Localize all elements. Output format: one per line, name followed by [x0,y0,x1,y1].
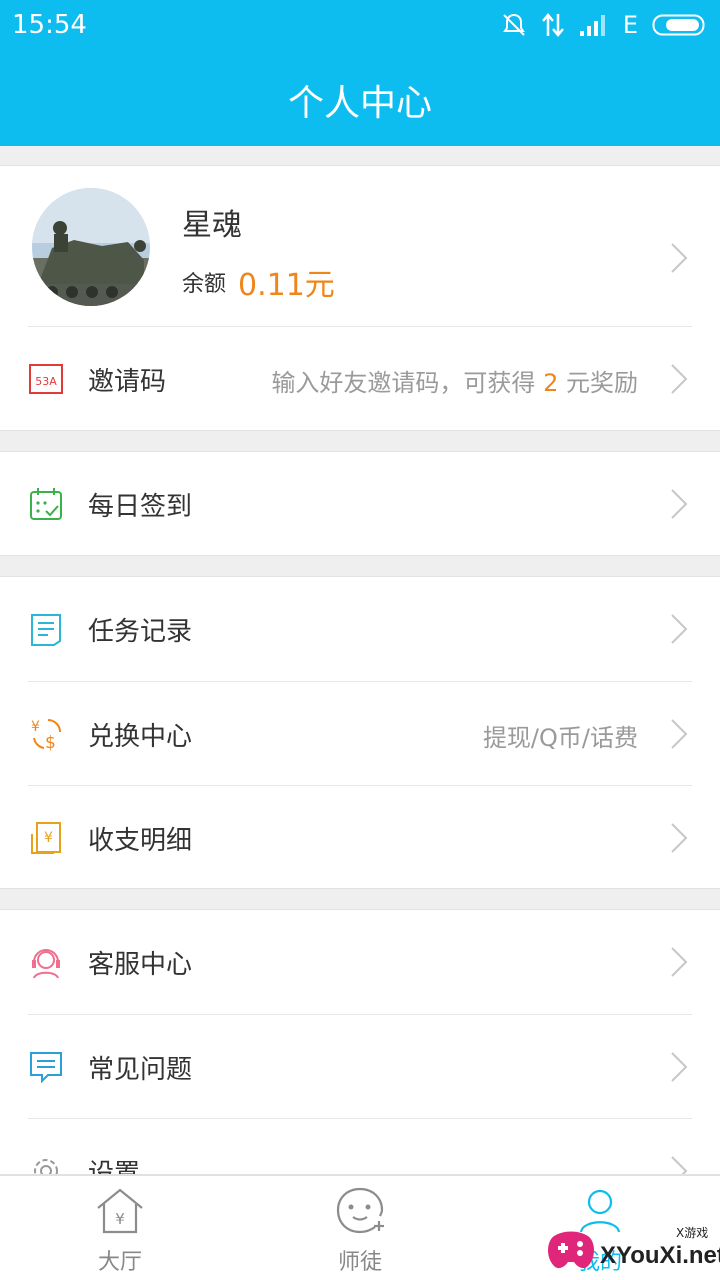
daily-checkin-row[interactable]: 每日签到 [0,452,720,556]
invite-code-row[interactable]: 53A 邀请码 输入好友邀请码，可获得 2 元奖励 [0,327,720,431]
home-icon: ¥ [97,1188,143,1234]
exchange-center-label: 兑换中心 [88,722,193,752]
invite-code-label: 邀请码 [88,367,167,397]
svg-text:¥: ¥ [115,1210,125,1228]
help-section: 客服中心 常见问题 设置 [0,909,720,1175]
watermark-small-text: X游戏 [676,1226,709,1240]
watermark: X游戏 XYouXi.net [540,1212,720,1280]
balance-value: 0.11元 [238,268,335,303]
customer-service-row[interactable]: 客服中心 [0,910,720,1014]
title-bar: 个人中心 [0,50,720,146]
finance-section: 任务记录 ¥ $ 兑换中心 提现/Q币/话费 ¥ 收支明细 [0,576,720,889]
tab-mentor-label: 师徒 [337,1250,382,1275]
exchange-center-hint: 提现/Q币/话费 [482,724,638,752]
gear-icon [34,1159,58,1174]
watermark-text: XYouXi.net [600,1242,720,1269]
signal-icon [579,15,605,36]
faq-label: 常见问题 [88,1055,193,1085]
daily-checkin-label: 每日签到 [88,492,193,522]
chevron-right-icon [671,947,688,977]
watermark-logo [548,1231,594,1269]
chat-bubble-icon [30,1052,62,1084]
tab-mentor[interactable]: 师徒 [240,1176,480,1280]
svg-text:53A: 53A [35,375,57,388]
chevron-right-icon [671,243,688,273]
chevron-right-icon [671,614,688,644]
invite-reward-amount: 2 [543,369,559,397]
network-type: E [622,11,638,39]
svg-text:¥: ¥ [44,830,53,846]
data-transfer-icon [541,13,564,37]
chevron-right-icon [671,823,688,853]
page-title: 个人中心 [287,83,432,124]
profile-row[interactable]: 星魂 余额 0.11元 [0,166,720,326]
headset-icon [32,949,60,979]
task-record-row[interactable]: 任务记录 [0,577,720,681]
currency-exchange-icon: ¥ $ [31,719,61,752]
chevron-right-icon [671,1052,688,1082]
status-bar: 15:54 E [0,0,720,50]
avatar-image [32,188,150,306]
income-expense-row[interactable]: ¥ 收支明细 [0,786,720,890]
invite-code-hint: 输入好友邀请码，可获得 2 元奖励 [271,369,638,397]
status-icons: E [501,8,708,42]
exchange-center-row[interactable]: ¥ $ 兑换中心 提现/Q币/话费 [0,682,720,786]
invite-code-icon: 53A [29,364,63,394]
svg-text:$: $ [45,733,56,752]
profile-section: 星魂 余额 0.11元 53A 邀请码 输入好友邀请码，可获得 2 元奖励 [0,165,720,431]
calendar-check-icon [30,488,62,520]
task-record-label: 任务记录 [88,617,193,647]
checkin-section: 每日签到 [0,451,720,556]
avatar[interactable] [32,188,150,306]
task-list-icon [31,614,61,646]
tab-lobby[interactable]: ¥ 大厅 [0,1176,240,1280]
balance-label: 余额 [182,272,227,297]
face-add-icon [336,1187,384,1234]
receipt-icon: ¥ [31,822,61,854]
battery-icon [652,14,705,36]
tab-lobby-label: 大厅 [97,1250,142,1275]
faq-row[interactable]: 常见问题 [0,1015,720,1119]
chevron-right-icon [671,1156,688,1174]
silent-bell-icon [502,13,525,36]
settings-row[interactable]: 设置 [0,1119,720,1175]
chevron-right-icon [671,719,688,749]
svg-text:¥: ¥ [31,719,40,735]
status-time: 15:54 [12,10,87,40]
username: 星魂 [182,208,242,243]
chevron-right-icon [671,364,688,394]
chevron-right-icon [671,489,688,519]
settings-label: 设置 [88,1159,141,1175]
customer-service-label: 客服中心 [88,950,193,980]
income-expense-label: 收支明细 [88,826,193,856]
